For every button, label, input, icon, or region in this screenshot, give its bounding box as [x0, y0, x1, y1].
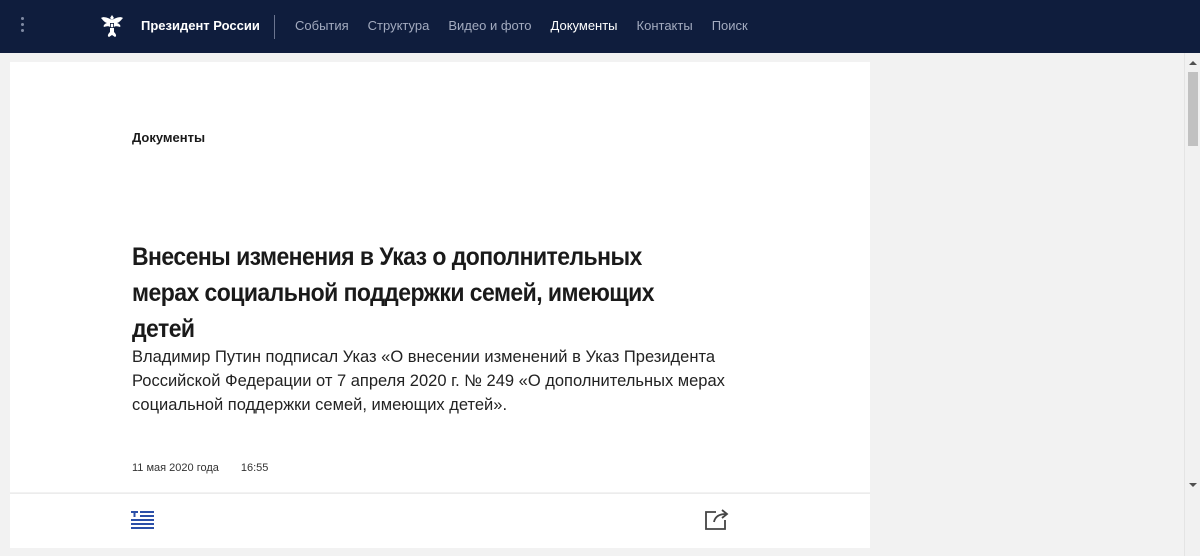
article-title: Внесены изменения в Указ о дополнительны…	[132, 243, 655, 343]
top-navigation-bar: Президент России События Структура Видео…	[0, 0, 1200, 53]
header-divider	[274, 15, 275, 39]
nav-item-media[interactable]: Видео и фото	[448, 18, 531, 33]
site-title[interactable]: Президент России	[141, 18, 260, 33]
article-meta: 11 мая 2020 года 16:55	[132, 462, 268, 474]
scrollbar-thumb[interactable]	[1188, 72, 1198, 146]
nav-item-search[interactable]: Поиск	[712, 18, 748, 33]
scroll-down-arrow-icon[interactable]	[1185, 479, 1200, 491]
share-icon[interactable]	[704, 507, 730, 531]
section-label[interactable]: Документы	[132, 130, 205, 145]
article-card: Документы Внесены изменения в Указ о доп…	[10, 62, 870, 492]
nav-item-documents[interactable]: Документы	[551, 18, 618, 33]
eagle-emblem-icon[interactable]	[99, 12, 125, 40]
text-version-icon[interactable]	[131, 509, 157, 531]
menu-dots-icon[interactable]	[18, 15, 26, 37]
article-time: 16:55	[240, 462, 269, 474]
page-scrollbar[interactable]	[1184, 53, 1200, 556]
nav-item-contacts[interactable]: Контакты	[637, 18, 693, 33]
article-lead: Владимир Путин подписал Указ «О внесении…	[132, 348, 725, 414]
article-toolbar	[10, 493, 870, 548]
main-nav: События Структура Видео и фото Документы…	[295, 18, 767, 33]
article-date: 11 мая 2020 года	[132, 462, 219, 474]
scroll-up-arrow-icon[interactable]	[1185, 57, 1200, 69]
nav-item-structure[interactable]: Структура	[368, 18, 430, 33]
nav-item-events[interactable]: События	[295, 18, 349, 33]
